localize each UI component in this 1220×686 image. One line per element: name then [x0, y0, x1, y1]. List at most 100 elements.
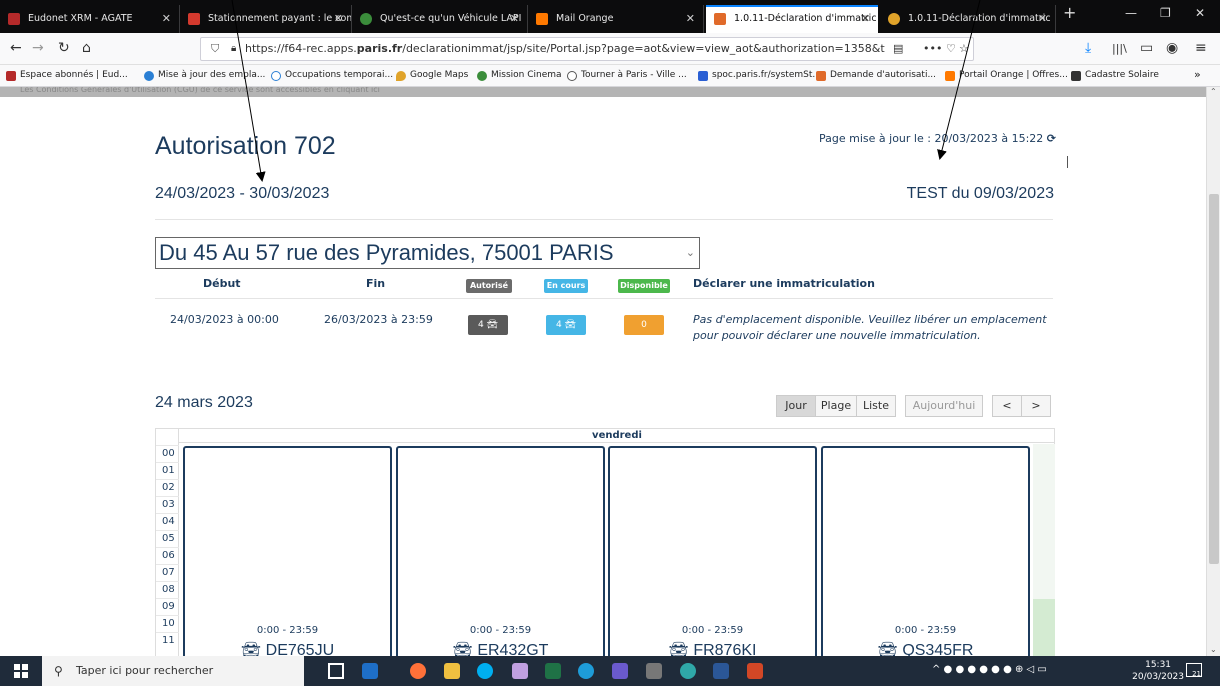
- close-window-icon[interactable]: ✕: [1195, 6, 1205, 20]
- excel-icon[interactable]: [545, 663, 561, 679]
- view-list-button[interactable]: Liste: [856, 395, 896, 417]
- car-icon: 🚘︎: [452, 642, 473, 656]
- row-start: 24/03/2023 à 00:00: [170, 313, 279, 326]
- close-tab-icon[interactable]: ✕: [334, 5, 343, 33]
- bookmark-item[interactable]: Portail Orange | Offres...: [945, 70, 1068, 81]
- bookmark-item[interactable]: Tourner à Paris - Ville ...: [567, 70, 687, 81]
- app-icon[interactable]: [612, 663, 628, 679]
- prev-button[interactable]: <: [992, 395, 1022, 417]
- tab-lapi[interactable]: Qu'est-ce qu'un Véhicule LAPI ✕: [352, 5, 528, 33]
- bookmarks-overflow-icon[interactable]: »: [1194, 68, 1201, 81]
- close-tab-icon[interactable]: ✕: [510, 5, 519, 33]
- close-tab-icon[interactable]: ✕: [162, 5, 171, 33]
- bookmark-label: Tourner à Paris - Ville ...: [581, 70, 687, 80]
- available-highlight: [1033, 599, 1055, 656]
- taskbar-search[interactable]: ⚲ Taper ici pour rechercher: [42, 656, 304, 686]
- bookmark-label: Mise à jour des empla...: [158, 70, 266, 80]
- reader-view-icon[interactable]: ▤: [893, 38, 903, 60]
- bookmark-item[interactable]: Demande d'autorisati...: [816, 70, 937, 81]
- word-icon[interactable]: [713, 663, 729, 679]
- badge-authorized: Autorisé: [466, 279, 512, 293]
- car-icon: 🚘︎: [668, 642, 689, 656]
- more-actions-icon[interactable]: •••: [923, 38, 942, 60]
- tab-eudonet[interactable]: Eudonet XRM - AGATE ✕: [0, 5, 180, 33]
- powerpoint-icon[interactable]: [747, 663, 763, 679]
- tab-mail-orange[interactable]: Mail Orange ✕: [528, 5, 704, 33]
- paint-icon[interactable]: [512, 663, 528, 679]
- outlook-icon[interactable]: [362, 663, 378, 679]
- eudonet-favicon-icon: [8, 13, 20, 25]
- close-tab-icon[interactable]: ✕: [1038, 5, 1047, 33]
- bookmark-label: spoc.paris.fr/systemSt...: [712, 70, 821, 80]
- bookmark-item[interactable]: Google Maps: [396, 70, 468, 81]
- back-icon[interactable]: ←: [10, 40, 22, 56]
- restore-icon[interactable]: ❐: [1160, 6, 1171, 20]
- close-tab-icon[interactable]: ✕: [686, 5, 695, 33]
- reservation-slot[interactable]: 0:00 - 23:59 🚘︎ ER432GT: [396, 446, 605, 656]
- shield-icon[interactable]: ⛉: [211, 38, 219, 60]
- account-icon[interactable]: ◉: [1166, 40, 1178, 56]
- reload-icon[interactable]: ↻: [58, 40, 70, 56]
- hour-label: 08: [162, 584, 175, 595]
- minimize-icon[interactable]: —: [1125, 6, 1137, 20]
- view-day-button[interactable]: Jour: [776, 395, 816, 417]
- no-slot-notice: Pas d'emplacement disponible. Veuillez l…: [693, 313, 1047, 342]
- pocket-icon[interactable]: ♡: [946, 38, 956, 60]
- system-tray-icons[interactable]: ^ ● ● ● ● ● ● ⊕ ◁ ▭: [932, 664, 1047, 675]
- bookmark-item[interactable]: Mission Cinema: [477, 70, 562, 81]
- bookmark-favicon-icon: [1071, 71, 1081, 81]
- close-tab-icon[interactable]: ✕: [861, 7, 870, 31]
- hour-line: [156, 496, 179, 497]
- hour-line: [156, 581, 179, 582]
- sidebar-icon[interactable]: ▭: [1140, 40, 1153, 56]
- taskbar-clock[interactable]: 15:31 20/03/2023: [1132, 659, 1184, 683]
- downloads-icon[interactable]: ⤓: [1085, 40, 1091, 56]
- skype-icon[interactable]: [477, 663, 493, 679]
- bookmark-item[interactable]: Espace abonnés | Eud...: [6, 70, 128, 81]
- tab-stationnement[interactable]: Stationnement payant : le com ✕: [180, 5, 352, 33]
- tab-declaration-2[interactable]: 1.0.11-Déclaration d'immatric ✕: [880, 5, 1056, 33]
- bookmark-star-icon[interactable]: ☆: [959, 38, 969, 60]
- bookmark-item[interactable]: Cadastre Solaire: [1071, 70, 1159, 81]
- bookmark-item[interactable]: Mise à jour des empla...: [144, 70, 266, 81]
- edge-icon[interactable]: [680, 663, 696, 679]
- address-select[interactable]: Du 45 Au 57 rue des Pyramides, 75001 PAR…: [155, 237, 700, 269]
- url-bar[interactable]: ⛉ 🔒︎ https://f64-rec.apps.paris.fr/decla…: [200, 37, 974, 61]
- firefox-icon[interactable]: [410, 663, 426, 679]
- scroll-down-icon[interactable]: ⌄: [1210, 645, 1217, 654]
- reservation-slot[interactable]: 0:00 - 23:59 🚘︎ DE765JU: [183, 446, 392, 656]
- header-declare: Déclarer une immatriculation: [693, 277, 875, 290]
- notification-icon[interactable]: 21: [1186, 663, 1202, 678]
- task-view-icon[interactable]: [328, 663, 344, 679]
- url-text[interactable]: https://f64-rec.apps.paris.fr/declaratio…: [245, 38, 885, 60]
- today-button[interactable]: Aujourd'hui: [905, 395, 983, 417]
- home-icon[interactable]: ⌂: [82, 40, 91, 56]
- hour-label: 05: [162, 533, 175, 544]
- scroll-thumb[interactable]: [1209, 194, 1219, 564]
- menu-icon[interactable]: ≡: [1195, 40, 1207, 56]
- calculator-icon[interactable]: [646, 663, 662, 679]
- refresh-icon[interactable]: ⟳: [1047, 132, 1056, 145]
- slot-time: 0:00 - 23:59: [469, 625, 532, 636]
- tab-declaration-active[interactable]: 1.0.11-Déclaration d'immatric ✕: [706, 5, 878, 33]
- badge-available: Disponible: [618, 279, 670, 293]
- bookmark-label: Demande d'autorisati...: [830, 70, 937, 80]
- windows-start-icon[interactable]: [14, 664, 28, 678]
- available-count: 0: [624, 315, 664, 335]
- reservation-slot[interactable]: 0:00 - 23:59 🚘︎ FR876KI: [608, 446, 817, 656]
- bookmark-item[interactable]: Occupations temporai...: [271, 70, 394, 81]
- windows-taskbar: ⚲ Taper ici pour rechercher ^ ● ● ● ● ● …: [0, 656, 1220, 686]
- lock-icon[interactable]: 🔒︎: [231, 38, 236, 60]
- forward-icon[interactable]: →: [32, 40, 44, 56]
- page-scrollbar[interactable]: ⌃ ⌄: [1206, 87, 1220, 656]
- bookmark-item[interactable]: spoc.paris.fr/systemSt...: [698, 70, 821, 81]
- next-button[interactable]: >: [1021, 395, 1051, 417]
- library-icon[interactable]: |||\: [1112, 42, 1127, 55]
- view-range-button[interactable]: Plage: [815, 395, 857, 417]
- bookmark-label: Occupations temporai...: [285, 70, 394, 80]
- file-explorer-icon[interactable]: [444, 663, 460, 679]
- internet-explorer-icon[interactable]: [578, 663, 594, 679]
- reservation-slot[interactable]: 0:00 - 23:59 🚘︎ QS345FR: [821, 446, 1030, 656]
- scroll-up-icon[interactable]: ⌃: [1210, 87, 1217, 96]
- new-tab-button[interactable]: +: [1063, 3, 1076, 22]
